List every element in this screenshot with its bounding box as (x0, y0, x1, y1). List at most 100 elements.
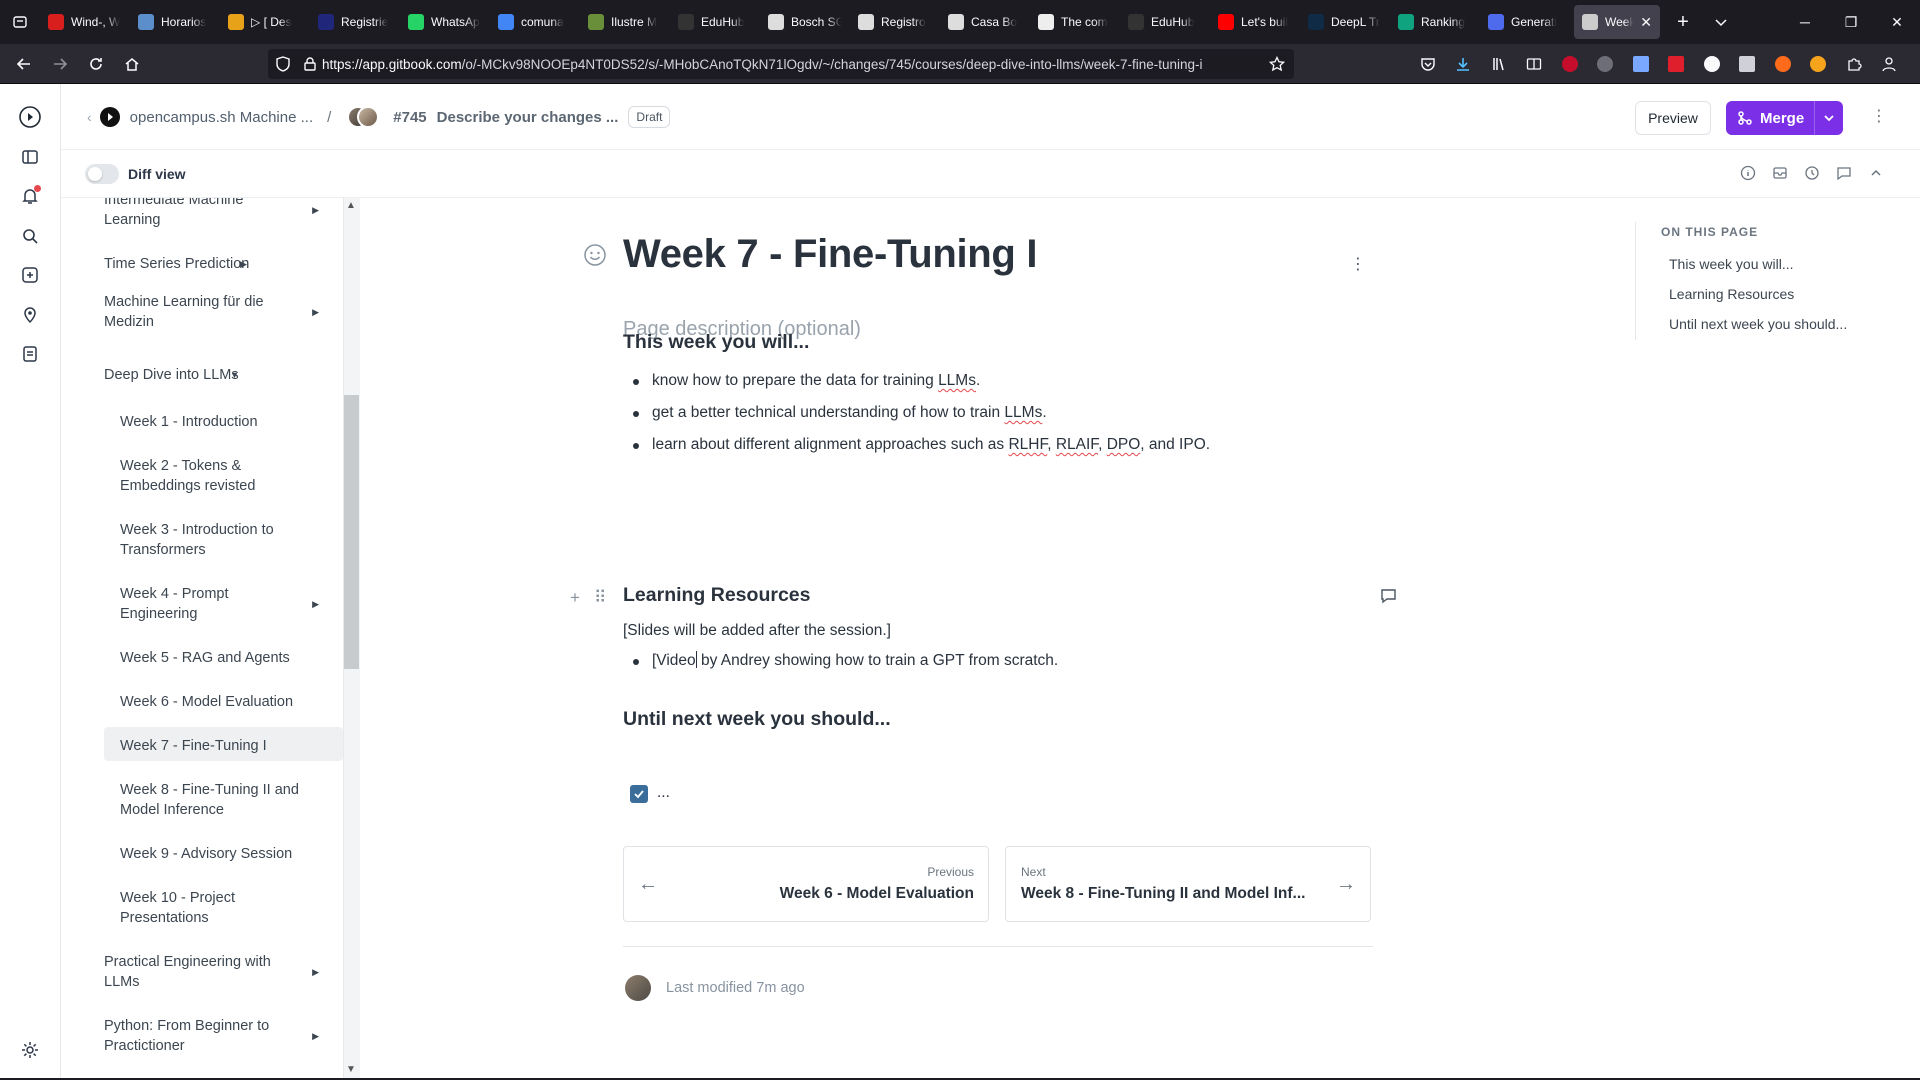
insights-icon[interactable] (18, 303, 42, 327)
settings-gear-icon[interactable] (18, 1038, 42, 1062)
browser-tab[interactable]: Ranking (1390, 5, 1480, 39)
toggle-sidebar-icon[interactable] (18, 145, 42, 169)
sidebar-item-week-4[interactable]: Week 4 - Prompt Engineering ▶ (120, 584, 319, 624)
archive-icon[interactable] (1771, 164, 1789, 182)
merge-main-button[interactable]: Merge (1726, 110, 1814, 127)
sidebar-item-week-5[interactable]: Week 5 - RAG and Agents (120, 648, 343, 668)
pocket-icon[interactable] (1410, 44, 1446, 84)
extension-person-icon[interactable] (1872, 44, 1908, 84)
extension-orange-icon[interactable] (1765, 44, 1801, 84)
library-icon[interactable] (1481, 44, 1517, 84)
heading-this-week[interactable]: This week you will... (623, 331, 809, 354)
browser-tab[interactable]: DeepL Tr (1300, 5, 1390, 39)
docs-icon[interactable] (18, 342, 42, 366)
chevron-right-icon[interactable]: ▶ (312, 594, 319, 614)
task-text[interactable]: ... (657, 784, 670, 802)
browser-tab[interactable]: Let's buil (1210, 5, 1300, 39)
sidebar-item-week-9[interactable]: Week 9 - Advisory Session (120, 844, 343, 864)
sidebar-item-week-1[interactable]: Week 1 - Introduction (120, 412, 343, 432)
bookmark-star-icon[interactable] (1260, 56, 1294, 72)
sidebar-item-practical-engineering[interactable]: Practical Engineering with LLMs ▶ (104, 952, 319, 992)
close-tab-icon[interactable]: ✕ (1640, 14, 1652, 31)
sidebar-item-time-series[interactable]: Time Series Prediction ▶ (104, 254, 319, 274)
forward-icon[interactable] (42, 48, 78, 80)
browser-tab[interactable]: Registrie (310, 5, 400, 39)
list-all-tabs-icon[interactable] (1702, 5, 1740, 39)
diff-view-toggle[interactable] (85, 164, 119, 184)
browser-tab[interactable]: WhatsAp (400, 5, 490, 39)
heading-learning-resources[interactable]: Learning Resources (623, 584, 810, 607)
browser-tab[interactable]: Ilustre M (580, 5, 670, 39)
extension-yellow-icon[interactable] (1801, 44, 1837, 84)
sidebar-item-week-2[interactable]: Week 2 - Tokens & Embeddings revisted (120, 456, 343, 496)
change-request-title[interactable]: Describe your changes ... (437, 109, 619, 126)
browser-tab[interactable]: EduHub (670, 5, 760, 39)
collapse-chevron-up-icon[interactable] (1867, 164, 1885, 182)
page-options-icon[interactable]: ⋮ (1350, 254, 1366, 274)
list-item[interactable]: know how to prepare the data for trainin… (632, 365, 1210, 397)
list-item[interactable]: learn about different alignment approach… (632, 429, 1210, 461)
previous-page-card[interactable]: ← Previous Week 6 - Model Evaluation (623, 846, 989, 922)
history-icon[interactable] (1803, 164, 1821, 182)
browser-tab[interactable]: Casa Bo (940, 5, 1030, 39)
sidebar-item-week-8[interactable]: Week 8 - Fine-Tuning II and Model Infere… (120, 780, 343, 820)
back-icon[interactable] (6, 48, 42, 80)
browser-tab[interactable]: Generati (1480, 5, 1570, 39)
notifications-icon[interactable] (18, 184, 42, 208)
extension-dollar-icon[interactable] (1694, 44, 1730, 84)
chevron-right-icon[interactable]: ▶ (312, 962, 319, 982)
chevron-right-icon[interactable]: ▶ (312, 1026, 319, 1046)
minimize-icon[interactable]: ─ (1782, 0, 1828, 44)
toc-link-learning-resources[interactable]: Learning Resources (1669, 286, 1794, 302)
space-name-link[interactable]: opencampus.sh Machine ... (130, 109, 313, 126)
chevron-down-icon[interactable]: ▼ (230, 365, 239, 385)
add-block-plus-icon[interactable]: + (570, 588, 580, 608)
merge-options-chevron-icon[interactable] (1814, 101, 1843, 135)
address-bar[interactable]: https://app.gitbook.com/o/-MCkv98NOOEp4N… (268, 49, 1294, 79)
add-emoji-icon[interactable] (582, 242, 608, 268)
close-window-icon[interactable]: ✕ (1874, 0, 1920, 44)
info-icon[interactable] (1739, 164, 1757, 182)
browser-tab[interactable]: comuna (490, 5, 580, 39)
changes-icon[interactable] (18, 263, 42, 287)
browser-tab[interactable]: Horarios (130, 5, 220, 39)
tab-list-icon[interactable] (0, 0, 40, 44)
search-icon[interactable] (18, 224, 42, 248)
drag-handle-icon[interactable]: ⠿ (594, 588, 606, 608)
adblock-plus-icon[interactable] (1552, 44, 1588, 84)
browser-tab[interactable]: EduHub (1120, 5, 1210, 39)
preview-button[interactable]: Preview (1635, 101, 1711, 135)
extension-gray-icon[interactable] (1588, 44, 1624, 84)
sidebar-item-intermediate-ml[interactable]: Intermediate Machine Learning ▶ (104, 198, 319, 230)
restore-icon[interactable]: ❐ (1828, 0, 1874, 44)
sidebar-item-deep-dive-llms[interactable]: Deep Dive into LLMs ▼ (104, 365, 319, 385)
chevron-left-icon[interactable]: ‹ (87, 109, 92, 125)
merge-button[interactable]: Merge (1726, 101, 1843, 135)
paragraph-slides[interactable]: [Slides will be added after the session.… (623, 622, 891, 640)
toc-link-this-week[interactable]: This week you will... (1669, 256, 1793, 272)
sidebar-item-week-7[interactable]: Week 7 - Fine-Tuning I (120, 736, 343, 756)
heading-until-next-week[interactable]: Until next week you should... (623, 708, 891, 731)
sidebar-item-ml-medizin[interactable]: Machine Learning für die Medizin ▶ (104, 292, 319, 332)
list-item[interactable]: get a better technical understanding of … (632, 397, 1210, 429)
scroll-down-arrow-icon[interactable]: ▼ (346, 1064, 356, 1075)
lock-icon[interactable] (298, 57, 322, 71)
avatar[interactable] (625, 975, 651, 1001)
scroll-up-arrow-icon[interactable]: ▲ (346, 200, 356, 211)
home-icon[interactable] (114, 48, 150, 80)
gitbook-logo-icon[interactable] (18, 105, 42, 129)
new-tab-button[interactable]: + (1664, 5, 1702, 39)
sidebar-item-week-3[interactable]: Week 3 - Introduction to Transformers (120, 520, 343, 560)
chevron-right-icon[interactable]: ▶ (240, 254, 247, 274)
browser-tab[interactable]: Registro (850, 5, 940, 39)
list-item[interactable]: [Video by Andrey showing how to train a … (632, 645, 1058, 677)
sidebar-item-week-6[interactable]: Week 6 - Model Evaluation (120, 692, 343, 712)
sidebar-scroll-thumb[interactable] (344, 395, 359, 669)
browser-tab[interactable]: Bosch SG (760, 5, 850, 39)
chevron-right-icon[interactable]: ▶ (312, 302, 319, 322)
browser-tab[interactable]: The com (1030, 5, 1120, 39)
more-options-icon[interactable]: ⋮ (1871, 106, 1887, 126)
reload-icon[interactable] (78, 48, 114, 80)
comments-icon[interactable] (1835, 164, 1853, 182)
browser-tab[interactable]: ▷ [ Des (220, 5, 310, 39)
